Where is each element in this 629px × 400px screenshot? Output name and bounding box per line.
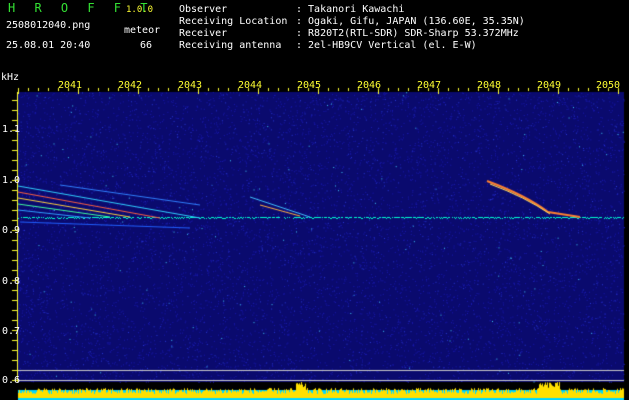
x-tick-label: 2044 <box>238 80 263 91</box>
y-tick-label: 1.0 <box>2 175 21 186</box>
app-version: 1.0.0 <box>126 5 154 15</box>
image-filename: 2508012040.png <box>6 20 91 31</box>
meteor-label: meteor <box>124 25 161 36</box>
x-tick-label: 2050 <box>596 80 621 91</box>
y-tick-label: 0.8 <box>2 276 21 287</box>
y-tick-label: 0.9 <box>2 225 21 236</box>
capture-datetime: 25.08.01 20:40 <box>6 40 91 51</box>
x-tick-label: 2049 <box>537 80 562 91</box>
x-tick-label: 2041 <box>58 80 83 91</box>
x-tick-label: 2042 <box>118 80 143 91</box>
location-label: Receiving Location <box>179 16 288 27</box>
x-tick-label: 2046 <box>357 80 382 91</box>
antenna-value: : 2el-HB9CV Vertical (el. E-W) <box>296 40 477 51</box>
x-tick-label: 2047 <box>417 80 442 91</box>
x-tick-label: 2045 <box>297 80 322 91</box>
y-tick-label: 1.1 <box>2 124 21 135</box>
receiver-label: Receiver <box>179 28 228 39</box>
y-tick-label: 0.6 <box>2 375 21 386</box>
observer-label: Observer <box>179 4 228 15</box>
observer-value: : Takanori Kawachi <box>296 4 405 15</box>
antenna-label: Receiving antenna <box>179 40 282 51</box>
spectrogram-canvas <box>0 0 629 400</box>
y-tick-label: 0.7 <box>2 326 21 337</box>
meteor-count: 66 <box>140 40 153 51</box>
y-axis-unit: kHz <box>1 72 20 83</box>
receiver-value: : R820T2(RTL-SDR) SDR-Sharp 53.372MHz <box>296 28 519 39</box>
location-value: : Ogaki, Gifu, JAPAN (136.60E, 35.35N) <box>296 16 525 27</box>
x-tick-label: 2048 <box>477 80 502 91</box>
x-tick-label: 2043 <box>178 80 203 91</box>
